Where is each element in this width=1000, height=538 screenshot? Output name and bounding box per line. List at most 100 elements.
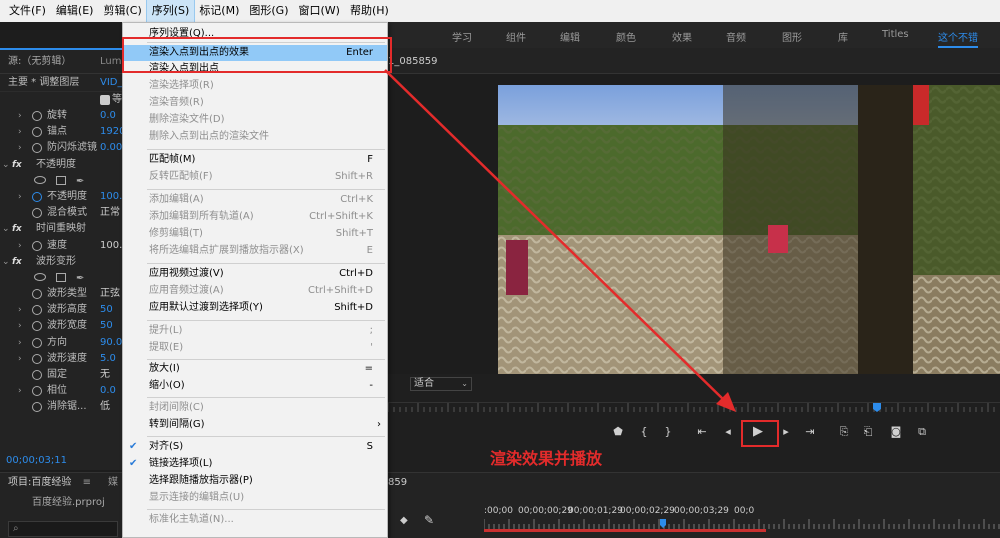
property-row[interactable]: ✒ — [0, 270, 122, 286]
menu-5[interactable]: 图形(G) — [244, 0, 293, 22]
stopwatch-icon[interactable] — [32, 370, 42, 380]
menu-item[interactable]: 显示连接的编辑点(U) — [123, 490, 387, 506]
property-row[interactable]: › 不透明度 100.0 — [0, 189, 129, 205]
chevron-right-icon[interactable]: › — [18, 383, 22, 399]
workspace-tab[interactable]: 这个不错 — [938, 29, 978, 48]
menu-1[interactable]: 编辑(E) — [51, 0, 99, 22]
property-row[interactable]: 波形类型 正弦 — [0, 286, 122, 302]
menu-4[interactable]: 标记(M) — [194, 0, 244, 22]
menu-item[interactable]: 封闭间隙(C) — [123, 400, 387, 416]
stopwatch-icon[interactable] — [32, 386, 42, 397]
fit-dropdown[interactable]: 适合 ⌄ — [410, 377, 472, 391]
chevron-down-icon[interactable]: ⌄ — [2, 254, 10, 270]
timeline-playhead-icon[interactable] — [660, 519, 666, 528]
menu-item[interactable]: 缩小(O) - — [123, 378, 387, 394]
chevron-right-icon[interactable]: › — [18, 335, 22, 351]
step-forward-icon[interactable]: ▸ — [778, 424, 794, 440]
stopwatch-icon[interactable] — [32, 111, 42, 121]
menu-item[interactable]: 添加编辑到所有轨道(A) Ctrl+Shift+K — [123, 209, 387, 225]
menu-7[interactable]: 帮助(H) — [345, 0, 394, 22]
stopwatch-icon[interactable] — [32, 321, 42, 332]
chevron-right-icon[interactable]: › — [18, 140, 22, 156]
go-to-out-icon[interactable]: ⇥ — [802, 424, 818, 440]
property-value[interactable]: 50 — [100, 302, 113, 318]
pen-mask-icon[interactable]: ✒ — [76, 174, 84, 190]
property-row[interactable]: ⌄ fx 时间重映射 — [0, 221, 122, 237]
stopwatch-icon[interactable] — [32, 337, 42, 348]
stopwatch-icon[interactable] — [32, 353, 42, 364]
export-frame-icon[interactable]: ◙ — [888, 424, 904, 440]
menu-item[interactable]: 选择跟随播放指示器(P) — [123, 473, 387, 489]
chevron-right-icon[interactable]: › — [18, 238, 22, 254]
menu-3[interactable]: 序列(S) — [145, 0, 196, 23]
workspace-tab[interactable]: 音频 — [726, 29, 746, 44]
property-value[interactable]: 无 — [100, 367, 110, 383]
menu-item[interactable]: 放大(I) = — [123, 361, 387, 377]
chevron-right-icon[interactable]: › — [18, 318, 22, 334]
pen-mask-icon[interactable]: ✒ — [76, 271, 84, 287]
workspace-tab[interactable]: 编辑 — [560, 29, 580, 44]
menu-item[interactable]: 删除渲染文件(D) — [123, 112, 387, 128]
rect-mask-icon[interactable] — [56, 272, 66, 282]
workspace-tab[interactable]: 组件 — [506, 29, 526, 44]
property-value[interactable]: 0.0 — [100, 383, 116, 399]
property-row[interactable]: › 波形高度 50 — [0, 302, 122, 318]
property-value[interactable]: 50 — [100, 318, 113, 334]
timeline-ruler[interactable] — [484, 519, 1000, 529]
property-row[interactable]: ✒ — [0, 173, 122, 189]
chevron-right-icon[interactable]: › — [18, 351, 22, 367]
insert-icon[interactable]: ⎘ — [834, 424, 854, 440]
go-to-in-icon[interactable]: ⇤ — [694, 424, 710, 440]
compare-view-icon[interactable]: ⧉ — [914, 424, 930, 440]
workspace-tab[interactable]: 库 — [838, 29, 848, 44]
menu-item[interactable]: ✔ 链接选择项(L) — [123, 456, 387, 472]
hamburger-icon[interactable]: ≡ — [83, 477, 91, 488]
panel-header[interactable]: 源:（无剪辑） Lume — [0, 50, 128, 74]
menu-item[interactable]: 反转匹配帧(F) Shift+R — [123, 169, 387, 185]
property-value[interactable]: 0.0 — [100, 108, 116, 124]
fx-icon[interactable]: fx — [12, 157, 22, 173]
snap-icon[interactable]: ◆ — [400, 515, 408, 526]
chevron-right-icon[interactable]: › — [18, 302, 22, 318]
clip-selector[interactable]: 主要 * 调整图层 VID_2 — [0, 74, 129, 92]
menu-item[interactable]: 提取(E) ' — [123, 340, 387, 356]
mark-out-icon[interactable]: } — [660, 424, 676, 440]
property-row[interactable]: › 防闪烁滤镜 0.00 — [0, 140, 122, 156]
chevron-right-icon[interactable]: › — [18, 124, 22, 140]
workspace-tab[interactable]: Titles — [882, 29, 909, 40]
property-value[interactable]: 正弦 — [100, 286, 120, 302]
menu-item[interactable]: 应用视频过渡(V) Ctrl+D — [123, 266, 387, 282]
property-row[interactable]: ⌄ fx 波形变形 — [0, 254, 122, 270]
menu-0[interactable]: 文件(F) — [4, 0, 51, 22]
menu-item[interactable]: 应用默认过渡到选择项(Y) Shift+D — [123, 300, 387, 316]
project-tab[interactable]: 项目:百度经验 — [8, 477, 71, 488]
stopwatch-icon[interactable] — [32, 305, 42, 316]
chevron-right-icon[interactable]: › — [18, 108, 22, 124]
fx-icon[interactable]: fx — [12, 254, 22, 270]
menu-item[interactable]: 应用音频过渡(A) Ctrl+Shift+D — [123, 283, 387, 299]
property-row[interactable]: 消除锯... 低 — [0, 399, 122, 415]
property-row[interactable]: › 相位 0.0 — [0, 383, 122, 399]
stopwatch-icon[interactable] — [32, 289, 42, 300]
stopwatch-icon[interactable] — [32, 240, 42, 251]
stopwatch-icon[interactable] — [32, 191, 42, 202]
ellipse-mask-icon[interactable] — [34, 175, 46, 184]
menu-item[interactable]: 修剪编辑(T) Shift+T — [123, 226, 387, 242]
property-value[interactable]: 低 — [100, 399, 110, 415]
stopwatch-icon[interactable] — [32, 402, 42, 413]
mark-in-icon[interactable]: { — [636, 424, 652, 440]
menu-6[interactable]: 窗口(W) — [294, 0, 345, 22]
chevron-right-icon[interactable]: › — [18, 189, 22, 205]
stopwatch-icon[interactable] — [32, 127, 42, 138]
add-marker-icon[interactable]: ⬟ — [610, 424, 626, 440]
menu-item[interactable]: 提升(L); — [123, 323, 387, 339]
menu-item[interactable]: 匹配帧(M) F — [123, 152, 387, 168]
project-search-input[interactable]: ⌕ — [8, 521, 118, 537]
property-row[interactable]: › 旋转 0.0 — [0, 108, 122, 124]
property-row[interactable]: › 速度 100.0 — [0, 238, 129, 254]
property-row[interactable]: › 锚点 1920. — [0, 124, 129, 140]
menu-item[interactable]: ✔ 对齐(S) S — [123, 439, 387, 455]
property-value[interactable]: 5.0 — [100, 351, 116, 367]
property-row[interactable]: › 波形速度 5.0 — [0, 351, 122, 367]
menu-item[interactable]: 删除入点到出点的渲染文件 — [123, 129, 387, 145]
